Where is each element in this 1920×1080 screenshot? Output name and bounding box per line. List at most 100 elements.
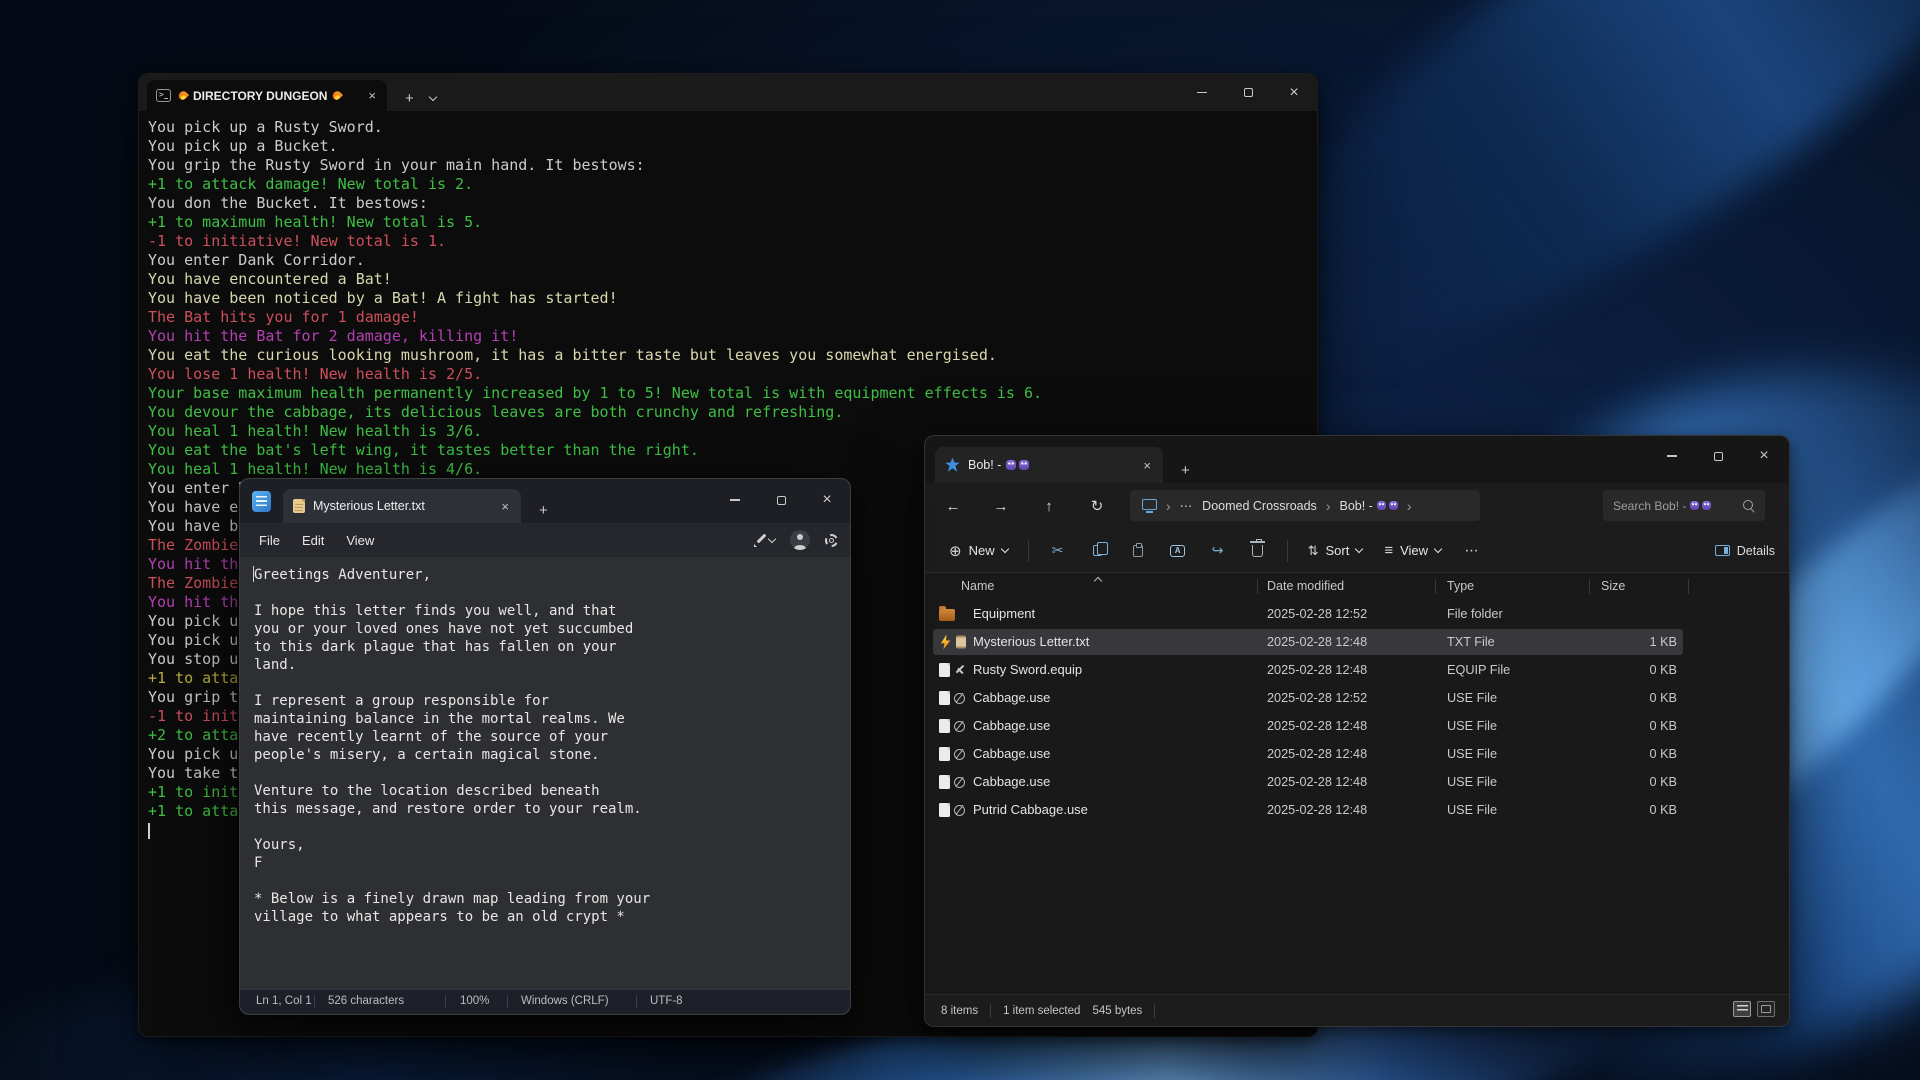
menu-file[interactable]: File: [248, 527, 291, 554]
status-divider: [507, 995, 508, 1008]
file-row[interactable]: Cabbage.use2025-02-28 12:48USE File0 KB: [925, 740, 1789, 768]
notepad-editor[interactable]: Greetings Adventurer, I hope this letter…: [240, 557, 850, 989]
chevron-down-icon: [1434, 545, 1442, 553]
refresh-button[interactable]: ↻: [1083, 492, 1111, 520]
file-type: File folder: [1447, 600, 1503, 628]
maximize-button[interactable]: [1225, 74, 1271, 111]
more-options-button[interactable]: ⋯: [1453, 535, 1491, 567]
delete-button[interactable]: [1239, 535, 1277, 567]
copy-button[interactable]: [1079, 535, 1117, 567]
file-size: 0 KB: [1565, 768, 1677, 796]
address-bar[interactable]: › ⋯ Doomed Crossroads › Bob! - ›: [1130, 490, 1480, 521]
file-row[interactable]: Rusty Sword.equip2025-02-28 12:48EQUIP F…: [925, 656, 1789, 684]
rename-button[interactable]: A: [1159, 535, 1197, 567]
notepad-tab[interactable]: Mysterious Letter.txt ×: [283, 489, 521, 523]
explorer-tab[interactable]: Bob! - ×: [935, 447, 1163, 483]
file-size: 0 KB: [1565, 712, 1677, 740]
file-date: 2025-02-28 12:48: [1267, 796, 1367, 824]
file-row[interactable]: Cabbage.use2025-02-28 12:48USE File0 KB: [925, 768, 1789, 796]
line-ending[interactable]: Windows (CRLF): [521, 995, 609, 1007]
close-button[interactable]: ×: [1271, 74, 1317, 111]
close-button[interactable]: ×: [804, 479, 850, 521]
account-icon[interactable]: [790, 530, 810, 550]
terminal-tab-bar: DIRECTORY DUNGEON × + ×: [139, 74, 1317, 111]
column-header-size[interactable]: Size: [1601, 573, 1625, 600]
file-row[interactable]: Equipment2025-02-28 12:52File folder: [925, 600, 1789, 628]
tab-close-icon[interactable]: ×: [499, 499, 511, 514]
cut-button[interactable]: ✂: [1039, 535, 1077, 567]
details-pane-button[interactable]: Details: [1715, 544, 1775, 558]
file-icon: [939, 775, 950, 789]
encoding[interactable]: UTF-8: [650, 995, 683, 1007]
details-view-toggle[interactable]: [1733, 1001, 1751, 1017]
icons-view-toggle[interactable]: [1757, 1001, 1775, 1017]
search-box[interactable]: Search Bob! -: [1603, 490, 1765, 521]
maximize-button[interactable]: [758, 479, 804, 521]
file-row[interactable]: Cabbage.use2025-02-28 12:52USE File0 KB: [925, 684, 1789, 712]
back-button[interactable]: ←: [939, 492, 967, 520]
minimize-button[interactable]: [1179, 74, 1225, 111]
gear-icon[interactable]: [825, 534, 838, 547]
rename-icon: A: [1170, 545, 1185, 557]
file-row[interactable]: Putrid Cabbage.use2025-02-28 12:48USE Fi…: [925, 796, 1789, 824]
paste-button[interactable]: [1119, 535, 1157, 567]
explorer-tab-bar: Bob! - × + ×: [925, 436, 1789, 483]
column-divider[interactable]: [1257, 579, 1258, 594]
chevron-down-icon: [1355, 545, 1363, 553]
breadcrumb-item[interactable]: Bob! -: [1339, 499, 1397, 513]
breadcrumb-item[interactable]: Doomed Crossroads: [1202, 499, 1317, 513]
terminal-line: You devour the cabbage, its delicious le…: [148, 403, 1311, 422]
monster-emoji-icon: [1377, 501, 1398, 510]
menu-view[interactable]: View: [335, 527, 385, 554]
new-button[interactable]: ⊕ New: [939, 535, 1018, 567]
file-type: USE File: [1447, 768, 1497, 796]
minimize-button[interactable]: [712, 479, 758, 521]
sort-button[interactable]: ⇅ Sort: [1298, 535, 1373, 567]
flame-icon: [939, 635, 952, 650]
chevron-down-icon: [1000, 545, 1008, 553]
tab-dropdown-icon[interactable]: [430, 87, 436, 111]
close-button[interactable]: ×: [1741, 436, 1787, 476]
explorer-nav-bar: ← → ↑ ↻ › ⋯ Doomed Crossroads › Bob! - ›…: [925, 483, 1789, 529]
notepad-menu-bar: File Edit View: [240, 523, 850, 557]
terminal-line: -1 to initiative! New total is 1.: [148, 232, 1311, 251]
explorer-tab-title: Bob! -: [968, 458, 1133, 472]
cursor-position: Ln 1, Col 1: [256, 995, 312, 1007]
view-button[interactable]: ≡ View: [1374, 535, 1451, 567]
letter-line: village to what appears to be an old cry…: [254, 908, 850, 926]
new-tab-button[interactable]: +: [1175, 462, 1196, 483]
maximize-button[interactable]: [1695, 436, 1741, 476]
file-date: 2025-02-28 12:52: [1267, 684, 1367, 712]
file-icon: [939, 663, 950, 677]
rewrite-button[interactable]: [754, 533, 775, 547]
new-tab-button[interactable]: +: [533, 502, 554, 523]
terminal-line: You have encountered a Bat!: [148, 270, 1311, 289]
forward-button[interactable]: →: [987, 492, 1015, 520]
column-header-type[interactable]: Type: [1447, 573, 1474, 600]
scissors-icon: ✂: [1052, 542, 1064, 559]
new-tab-button[interactable]: +: [399, 90, 420, 111]
column-divider[interactable]: [1688, 579, 1689, 594]
share-button[interactable]: ↪: [1199, 535, 1237, 567]
tab-close-icon[interactable]: ×: [1141, 458, 1153, 473]
column-divider[interactable]: [1589, 579, 1590, 594]
file-size: 0 KB: [1565, 684, 1677, 712]
notepad-status-bar: Ln 1, Col 1 526 characters 100% Windows …: [240, 989, 850, 1014]
column-divider[interactable]: [1435, 579, 1436, 594]
menu-edit[interactable]: Edit: [291, 527, 335, 554]
up-button[interactable]: ↑: [1035, 492, 1063, 520]
column-header-date[interactable]: Date modified: [1267, 573, 1344, 600]
minimize-button[interactable]: [1649, 436, 1695, 476]
letter-line: to this dark plague that has fallen on y…: [254, 638, 850, 656]
folder-icon: [939, 609, 955, 621]
breadcrumb-chevron-icon: ›: [1326, 498, 1331, 514]
tab-close-icon[interactable]: ×: [366, 88, 378, 103]
zoom-level[interactable]: 100%: [460, 995, 489, 1007]
sort-arrows-icon: ⇅: [1308, 543, 1319, 559]
terminal-tab[interactable]: DIRECTORY DUNGEON ×: [147, 80, 387, 111]
letter-line: [254, 584, 850, 602]
column-header-name[interactable]: Name: [961, 573, 994, 600]
file-row[interactable]: Cabbage.use2025-02-28 12:48USE File0 KB: [925, 712, 1789, 740]
breadcrumb-overflow[interactable]: ⋯: [1180, 498, 1194, 513]
file-row[interactable]: Mysterious Letter.txt2025-02-28 12:48TXT…: [925, 628, 1789, 656]
